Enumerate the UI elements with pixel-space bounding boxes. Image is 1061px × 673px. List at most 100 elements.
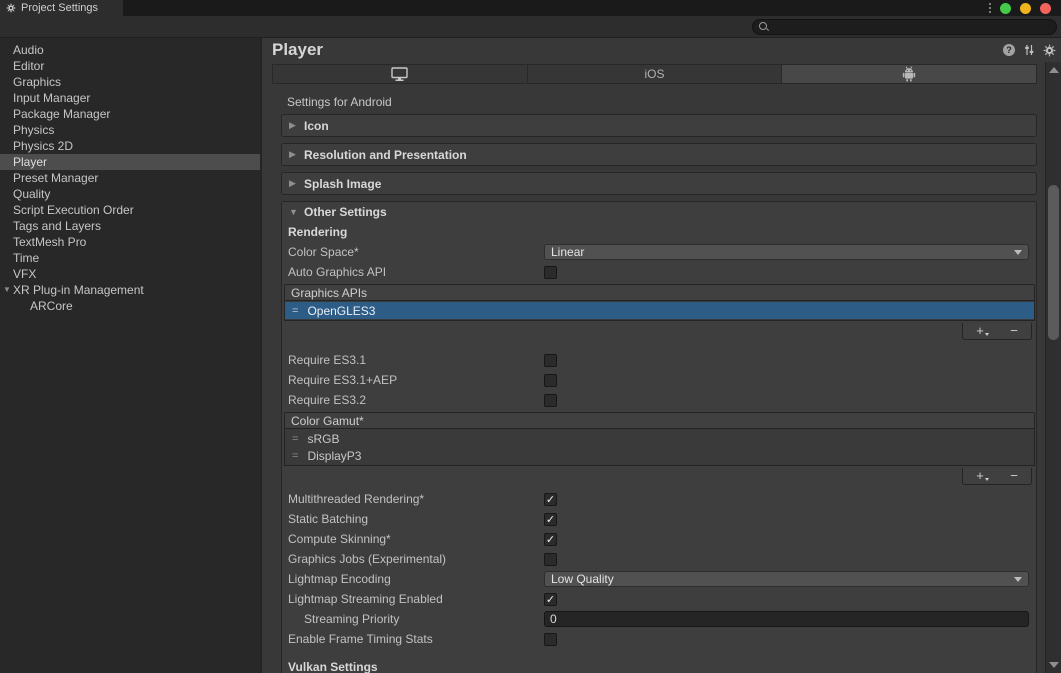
- remove-button[interactable]: −: [997, 468, 1031, 484]
- sidebar-item-player[interactable]: Player: [0, 154, 260, 170]
- sidebar-item-input-manager[interactable]: Input Manager: [0, 90, 260, 106]
- add-button[interactable]: +: [963, 323, 997, 339]
- drag-handle-icon[interactable]: =: [292, 450, 298, 462]
- foldout-expanded-icon[interactable]: ▼: [1, 282, 13, 298]
- lightmap-streaming-row: Lightmap Streaming Enabled ✓: [282, 589, 1036, 609]
- foldout-collapsed-icon: ▶: [289, 149, 298, 160]
- presets-icon[interactable]: [1023, 44, 1035, 56]
- graphics-apis-list-header: Graphics APIs: [284, 284, 1035, 301]
- vulkan-settings-group-label: Vulkan Settings: [282, 657, 1036, 673]
- sidebar-item-package-manager[interactable]: Package Manager: [0, 106, 260, 122]
- rendering-group-label: Rendering: [282, 222, 1036, 242]
- scroll-up-icon[interactable]: [1049, 67, 1059, 73]
- kebab-menu-icon[interactable]: [989, 3, 991, 13]
- sidebar-item-time[interactable]: Time: [0, 250, 260, 266]
- streaming-priority-input[interactable]: [544, 611, 1029, 627]
- add-button[interactable]: +: [963, 468, 997, 484]
- section-other-settings: ▼ Other Settings Rendering Color Space* …: [281, 201, 1037, 673]
- static-batching-row: Static Batching ✓: [282, 509, 1036, 529]
- chevron-down-icon: [1014, 577, 1022, 582]
- help-icon[interactable]: ?: [1003, 44, 1015, 56]
- traffic-light-red[interactable]: [1040, 3, 1051, 14]
- scrollbar-thumb[interactable]: [1048, 185, 1059, 340]
- compute-skinning-row: Compute Skinning* ✓: [282, 529, 1036, 549]
- android-icon: [902, 66, 916, 82]
- compute-skinning-checkbox[interactable]: ✓: [544, 533, 557, 546]
- section-icon[interactable]: ▶ Icon: [281, 114, 1037, 137]
- sidebar-item-xr-plugin-management[interactable]: ▼ XR Plug-in Management: [0, 282, 260, 298]
- sidebar-item-editor[interactable]: Editor: [0, 58, 260, 74]
- settings-category-sidebar: Audio Editor Graphics Input Manager Pack…: [0, 38, 260, 673]
- color-gamut-list-header: Color Gamut*: [284, 412, 1035, 429]
- toolbar: [0, 16, 1061, 38]
- drag-handle-icon[interactable]: =: [292, 433, 298, 445]
- tab-standalone[interactable]: [273, 65, 528, 83]
- frame-timing-checkbox[interactable]: [544, 633, 557, 646]
- gear-icon: [6, 3, 16, 13]
- chevron-down-icon: [1014, 250, 1022, 255]
- section-resolution-and-presentation[interactable]: ▶ Resolution and Presentation: [281, 143, 1037, 166]
- remove-button[interactable]: −: [997, 323, 1031, 339]
- foldout-collapsed-icon: ▶: [289, 178, 298, 189]
- search-input[interactable]: [769, 20, 1056, 34]
- streaming-priority-row: Streaming Priority: [282, 609, 1036, 629]
- color-space-dropdown[interactable]: Linear: [544, 244, 1029, 260]
- require-es31-checkbox[interactable]: [544, 354, 557, 367]
- scroll-down-icon[interactable]: [1049, 662, 1059, 668]
- drag-handle-icon[interactable]: =: [292, 305, 298, 317]
- monitor-icon: [391, 67, 408, 82]
- search-icon: [758, 21, 769, 32]
- section-splash-image[interactable]: ▶ Splash Image: [281, 172, 1037, 195]
- sidebar-item-audio[interactable]: Audio: [0, 42, 260, 58]
- list-item-opengles3[interactable]: = OpenGLES3: [285, 302, 1034, 319]
- require-es31aep-checkbox[interactable]: [544, 374, 557, 387]
- lightmap-streaming-checkbox[interactable]: ✓: [544, 593, 557, 606]
- lightmap-encoding-row: Lightmap Encoding Low Quality: [282, 569, 1036, 589]
- tab-android[interactable]: [782, 65, 1036, 83]
- list-item-displayp3[interactable]: = DisplayP3: [285, 447, 1034, 464]
- project-settings-tab[interactable]: Project Settings: [0, 0, 123, 16]
- sidebar-item-vfx[interactable]: VFX: [0, 266, 260, 282]
- foldout-collapsed-icon: ▶: [289, 120, 298, 131]
- list-item-srgb[interactable]: = sRGB: [285, 430, 1034, 447]
- graphics-jobs-row: Graphics Jobs (Experimental): [282, 549, 1036, 569]
- graphics-apis-list: Graphics APIs = OpenGLES3 + −: [284, 284, 1035, 340]
- page-title: Player: [272, 40, 1003, 60]
- color-gamut-list: Color Gamut* = sRGB = DisplayP3: [284, 412, 1035, 485]
- add-dropdown-icon: [985, 478, 989, 481]
- multithreaded-rendering-row: Multithreaded Rendering* ✓: [282, 489, 1036, 509]
- color-space-row: Color Space* Linear: [282, 242, 1036, 262]
- foldout-expanded-icon: ▼: [289, 207, 298, 217]
- frame-timing-row: Enable Frame Timing Stats: [282, 629, 1036, 649]
- other-settings-header[interactable]: ▼ Other Settings: [282, 202, 1036, 222]
- require-es32-row: Require ES3.2: [282, 390, 1036, 410]
- sidebar-item-physics-2d[interactable]: Physics 2D: [0, 138, 260, 154]
- auto-graphics-api-row: Auto Graphics API: [282, 262, 1036, 282]
- lightmap-encoding-dropdown[interactable]: Low Quality: [544, 571, 1029, 587]
- sidebar-item-graphics[interactable]: Graphics: [0, 74, 260, 90]
- tab-ios-label: iOS: [645, 67, 665, 81]
- settings-for-label: Settings for Android: [287, 95, 1045, 109]
- traffic-light-green[interactable]: [1000, 3, 1011, 14]
- require-es32-checkbox[interactable]: [544, 394, 557, 407]
- require-es31-row: Require ES3.1: [282, 350, 1036, 370]
- sidebar-item-quality[interactable]: Quality: [0, 186, 260, 202]
- sidebar-item-script-execution-order[interactable]: Script Execution Order: [0, 202, 260, 218]
- sidebar-item-preset-manager[interactable]: Preset Manager: [0, 170, 260, 186]
- sidebar-item-tags-and-layers[interactable]: Tags and Layers: [0, 218, 260, 234]
- static-batching-checkbox[interactable]: ✓: [544, 513, 557, 526]
- sidebar-item-arcore[interactable]: ARCore: [0, 298, 260, 314]
- traffic-light-yellow[interactable]: [1020, 3, 1031, 14]
- sidebar-item-physics[interactable]: Physics: [0, 122, 260, 138]
- add-dropdown-icon: [985, 333, 989, 336]
- multithreaded-rendering-checkbox[interactable]: ✓: [544, 493, 557, 506]
- vertical-scrollbar[interactable]: [1045, 62, 1061, 673]
- sidebar-item-textmesh-pro[interactable]: TextMesh Pro: [0, 234, 260, 250]
- gear-icon[interactable]: [1043, 44, 1056, 57]
- window-titlebar: Project Settings: [0, 0, 1061, 16]
- tab-ios[interactable]: iOS: [528, 65, 783, 83]
- search-field[interactable]: [752, 19, 1057, 35]
- auto-graphics-api-checkbox[interactable]: [544, 266, 557, 279]
- graphics-jobs-checkbox[interactable]: [544, 553, 557, 566]
- platform-tabbar: iOS: [272, 64, 1037, 84]
